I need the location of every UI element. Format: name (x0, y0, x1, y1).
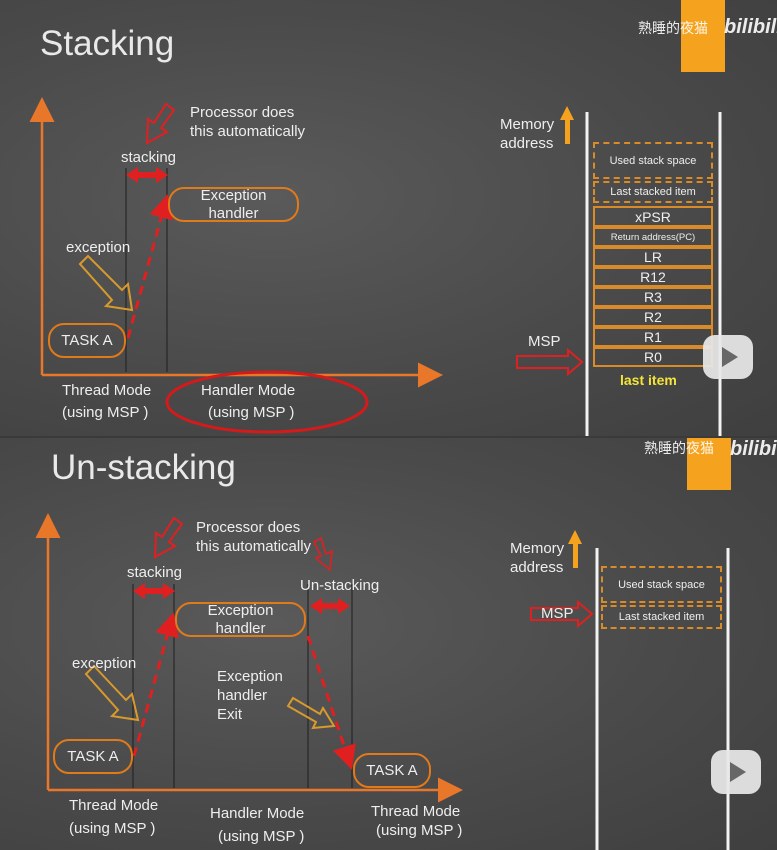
exception-label: exception (66, 239, 131, 256)
handler-mode-sub: (using MSP ) (218, 828, 305, 845)
processor-note-line1: Processor does (196, 519, 301, 536)
exception-arrow (84, 664, 140, 722)
stack-xpsr: xPSR (593, 206, 713, 227)
bilibili-logo: bilibili (730, 438, 777, 460)
exception-handler-line1: Exception (200, 186, 267, 204)
thread-mode-label: Thread Mode (62, 382, 152, 399)
play-icon[interactable] (703, 335, 753, 379)
last-item-label: last item (620, 372, 677, 388)
exception-handler-line2: handler (215, 619, 266, 637)
exception-exit-line2: handler (217, 687, 268, 704)
memory-label-line1: Memory (500, 116, 555, 133)
task-a-right-label: TASK A (366, 761, 418, 779)
handler-mode-label: Handler Mode (201, 382, 296, 399)
msp-label: MSP (541, 605, 574, 622)
memory-label-line1: Memory (510, 540, 565, 557)
task-a-box: TASK A (48, 323, 126, 358)
play-icon[interactable] (711, 750, 761, 794)
stack-r3: R3 (593, 287, 713, 307)
memory-up-arrow (568, 530, 582, 568)
processor-note-line1: Processor does (190, 104, 295, 121)
memory-label-line2: address (510, 559, 564, 576)
task-a-right-box: TASK A (353, 753, 431, 788)
processor-arrow-left (153, 516, 184, 559)
stack-used-space: Used stack space (593, 142, 713, 179)
stack-r2: R2 (593, 307, 713, 327)
stack-used-space: Used stack space (601, 566, 722, 603)
stacking-label: stacking (121, 149, 177, 166)
stack-r12: R12 (593, 267, 713, 287)
task-to-handler-dashed (132, 612, 179, 757)
unstacking-double-arrow (310, 598, 350, 614)
handler-mode-sub: (using MSP ) (208, 404, 295, 421)
exception-handler-box: Exception handler (175, 602, 306, 637)
handler-mode-label: Handler Mode (210, 805, 305, 822)
unstacking-panel: Un-stacking Processor does this automati… (0, 436, 777, 850)
task-a-left-box: TASK A (53, 739, 133, 774)
stacking-double-arrow (133, 583, 175, 599)
memory-up-arrow (560, 106, 574, 144)
watermark-text: 熟睡的夜猫 (644, 440, 714, 456)
exit-arrow (286, 696, 336, 730)
memory-label-line2: address (500, 135, 554, 152)
stack-last-stacked: Last stacked item (593, 181, 713, 203)
task-a-label: TASK A (61, 331, 113, 349)
exception-exit-line1: Exception (217, 668, 283, 685)
stacking-double-arrow (126, 167, 168, 183)
processor-arrow (145, 102, 176, 145)
exception-label: exception (72, 655, 137, 672)
stacking-panel: Stacking Processor does this automatical… (0, 0, 777, 436)
task-to-handler-dashed (126, 194, 173, 339)
exception-handler-line2: handler (208, 204, 259, 222)
watermark-text: 熟睡的夜猫 (638, 20, 708, 36)
thread-mode-right-label: Thread Mode (371, 803, 461, 820)
processor-arrow-right (312, 536, 333, 572)
msp-arrow (516, 347, 584, 377)
msp-label: MSP (528, 333, 561, 350)
unstacking-label: Un-stacking (300, 577, 380, 594)
stack-last-stacked: Last stacked item (601, 605, 722, 629)
thread-mode-sub: (using MSP ) (62, 404, 149, 421)
thread-mode-left-label: Thread Mode (69, 797, 159, 814)
processor-note-line2: this automatically (190, 123, 306, 140)
exception-handler-box: Exception handler (168, 187, 299, 222)
task-a-left-label: TASK A (67, 747, 119, 765)
stacking-label: stacking (127, 564, 183, 581)
thread-mode-left-sub: (using MSP ) (69, 820, 156, 837)
exception-arrow (78, 254, 134, 312)
handler-to-task-dashed (306, 635, 356, 770)
processor-note-line2: this automatically (196, 538, 312, 555)
unstacking-diagram-graphics (35, 513, 730, 850)
stack-r0: R0 (593, 347, 713, 367)
stack-lr: LR (593, 247, 713, 267)
exception-exit-line3: Exit (217, 706, 243, 723)
exception-handler-line1: Exception (207, 601, 274, 619)
bilibili-logo: bilibili (724, 16, 777, 38)
stack-r1: R1 (593, 327, 713, 347)
thread-mode-right-sub: (using MSP ) (376, 822, 463, 839)
stack-return-address: Return address(PC) (593, 227, 713, 247)
